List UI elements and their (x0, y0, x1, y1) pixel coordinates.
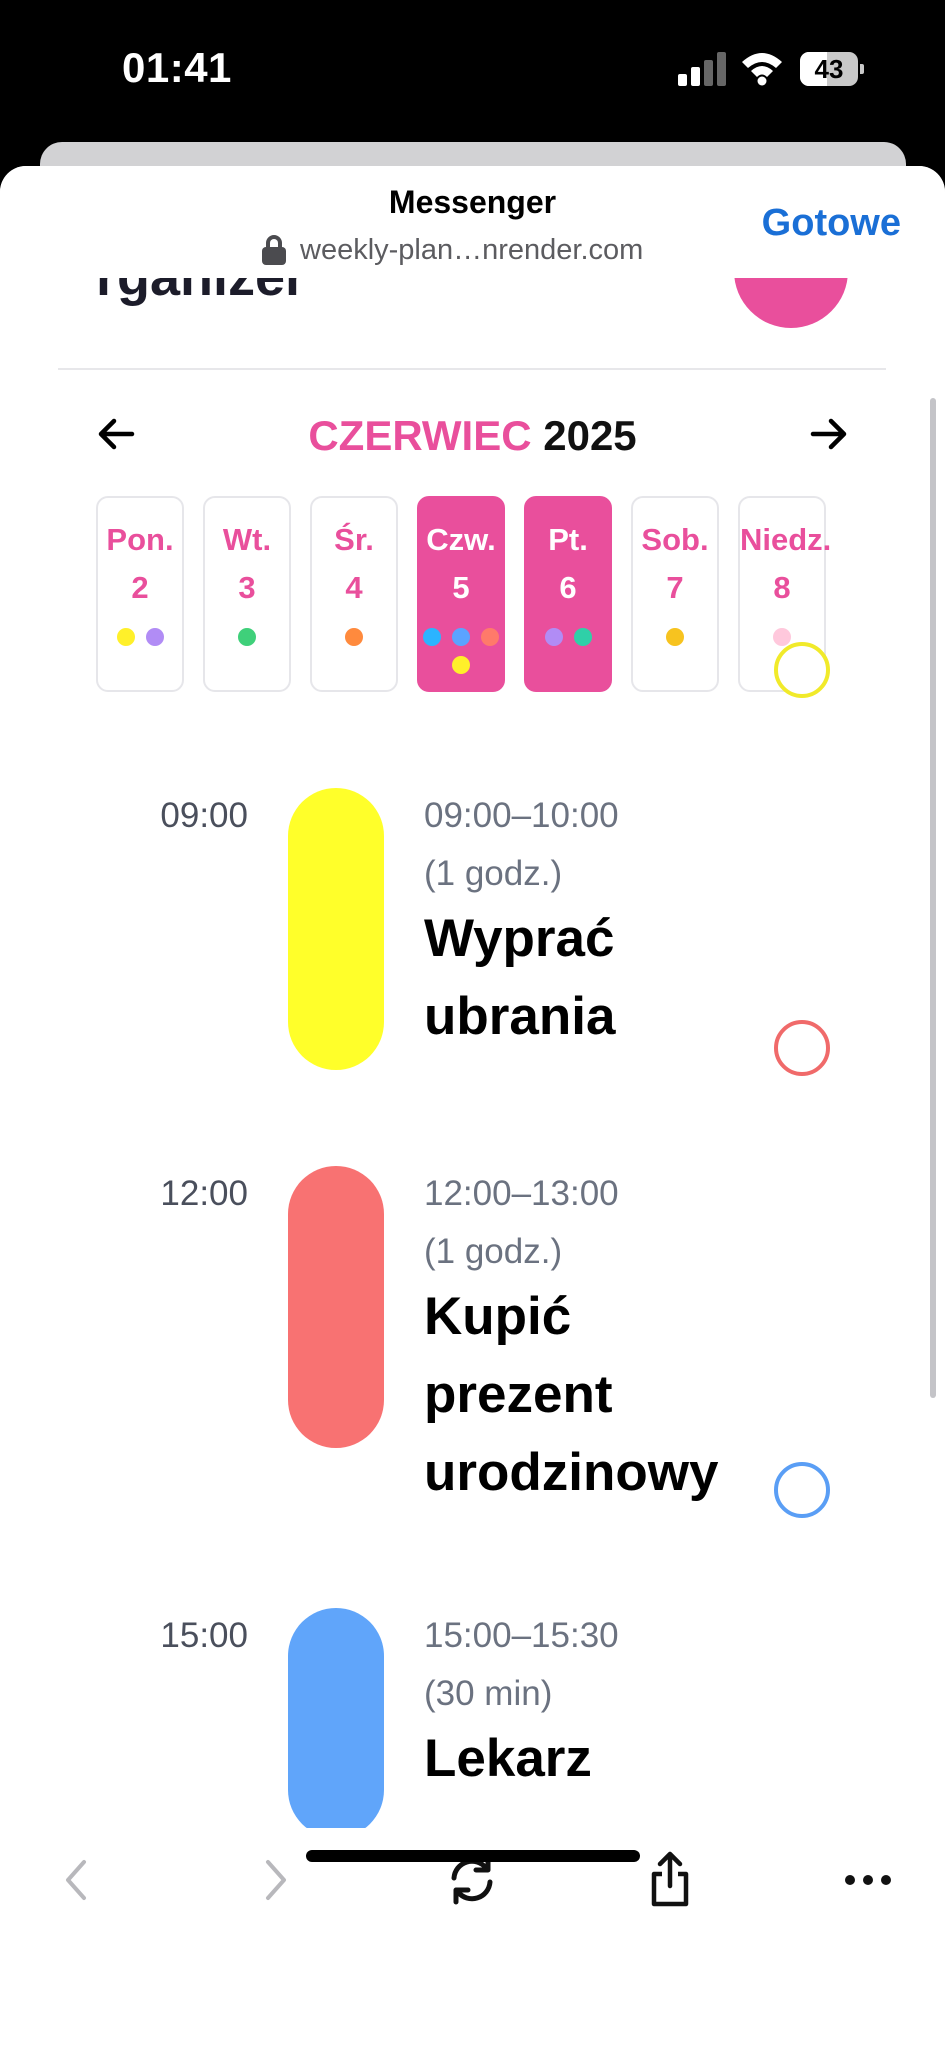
more-icon[interactable] (838, 1850, 898, 1910)
lock-icon (262, 235, 286, 265)
event-title-line: Lekarz (424, 1729, 592, 1788)
event-dot (238, 628, 256, 646)
browser-header: Messenger weekly-plan…nrender.com Gotowe (0, 166, 945, 278)
wifi-icon (742, 53, 782, 86)
event-title: Lekarz (424, 1720, 754, 1798)
battery-icon: 43 (800, 52, 864, 86)
event-time-range: 15:00–15:30 (424, 1616, 619, 1655)
event-dot (666, 628, 684, 646)
event-complete-checkbox[interactable] (774, 642, 830, 698)
day-name: Sob. (641, 522, 709, 557)
day-card[interactable]: Czw. 5 (417, 496, 505, 692)
scrollbar[interactable] (930, 398, 936, 1398)
day-card[interactable]: Śr. 4 (310, 496, 398, 692)
event-title-line: ubrania (424, 987, 616, 1046)
day-card[interactable]: Pon. 2 (96, 496, 184, 692)
day-name: Pon. (106, 522, 174, 557)
browser-sheet: rganizer CZERWIEC 2025 Pon.2Wt.3Śr.4Czw.… (0, 166, 945, 2048)
day-number: 3 (238, 570, 256, 605)
month-name: CZERWIEC (308, 412, 532, 459)
day-card[interactable]: Pt. 6 (524, 496, 612, 692)
event-color-bar[interactable] (288, 1608, 384, 1838)
day-card[interactable]: Sob. 7 (631, 496, 719, 692)
day-name: Czw. (426, 522, 496, 557)
event-dot (481, 628, 499, 646)
day-name: Niedz. (740, 522, 832, 557)
event-complete-checkbox[interactable] (774, 1020, 830, 1076)
day-number: 8 (773, 570, 791, 605)
forward-icon[interactable] (246, 1850, 306, 1910)
event-dot (544, 628, 563, 646)
event-title-line: urodzinowy (424, 1443, 719, 1502)
battery-level: 43 (814, 54, 844, 84)
event-dot (773, 628, 791, 646)
event-dot (573, 628, 592, 646)
done-button[interactable]: Gotowe (762, 202, 901, 245)
next-month-button[interactable] (809, 414, 849, 454)
url-bar[interactable]: weekly-plan…nrender.com (262, 230, 643, 270)
event-start-time: 09:00 (160, 796, 248, 835)
share-icon[interactable] (640, 1850, 700, 1910)
event-dot (345, 628, 363, 646)
event-title-line: prezent (424, 1365, 613, 1424)
week-days: Pon. 2 Wt. 3 Śr. 4 Czw. 5 Pt. 6 Sob. 7 Niedz. 8 (96, 496, 848, 692)
event-title: Wyprać ubrania (424, 900, 754, 1056)
event-duration: (30 min) (424, 1674, 553, 1713)
event-color-bar[interactable] (288, 1166, 384, 1448)
day-number: 5 (452, 570, 470, 605)
day-number: 7 (666, 570, 684, 605)
day-name: Wt. (222, 522, 272, 557)
day-name: Pt. (548, 522, 588, 557)
divider (58, 368, 886, 370)
day-number: 6 (559, 570, 577, 605)
event-title-line: Wyprać (424, 909, 615, 968)
event-time-range: 09:00–10:00 (424, 796, 619, 835)
day-number: 2 (131, 570, 149, 605)
status-bar: 01:41 43 (0, 0, 945, 140)
day-number: 4 (345, 570, 363, 605)
event-complete-checkbox[interactable] (774, 1462, 830, 1518)
event-dot (452, 628, 470, 646)
month-year: 2025 (543, 412, 637, 459)
event-dot (145, 628, 164, 646)
event-duration: (1 godz.) (424, 1232, 563, 1271)
event-start-time: 12:00 (160, 1174, 248, 1213)
day-card[interactable]: Wt. 3 (203, 496, 291, 692)
browser-url: weekly-plan…nrender.com (300, 233, 644, 266)
event-dot (452, 656, 470, 674)
event-title: Kupić prezent urodzinowy (424, 1278, 754, 1512)
event-color-bar[interactable] (288, 788, 384, 1070)
event-duration: (1 godz.) (424, 854, 563, 893)
event-dot (423, 628, 441, 646)
event-title-line: Kupić (424, 1287, 572, 1346)
day-name: Śr. (334, 522, 374, 557)
event-start-time: 15:00 (160, 1616, 248, 1655)
cellular-signal-icon (678, 52, 726, 86)
back-icon[interactable] (46, 1850, 106, 1910)
event-time-range: 12:00–13:00 (424, 1174, 619, 1213)
month-label: CZERWIEC 2025 (0, 412, 945, 460)
status-time: 01:41 (122, 44, 232, 91)
home-indicator (306, 1850, 640, 1862)
event-dot (116, 628, 135, 646)
